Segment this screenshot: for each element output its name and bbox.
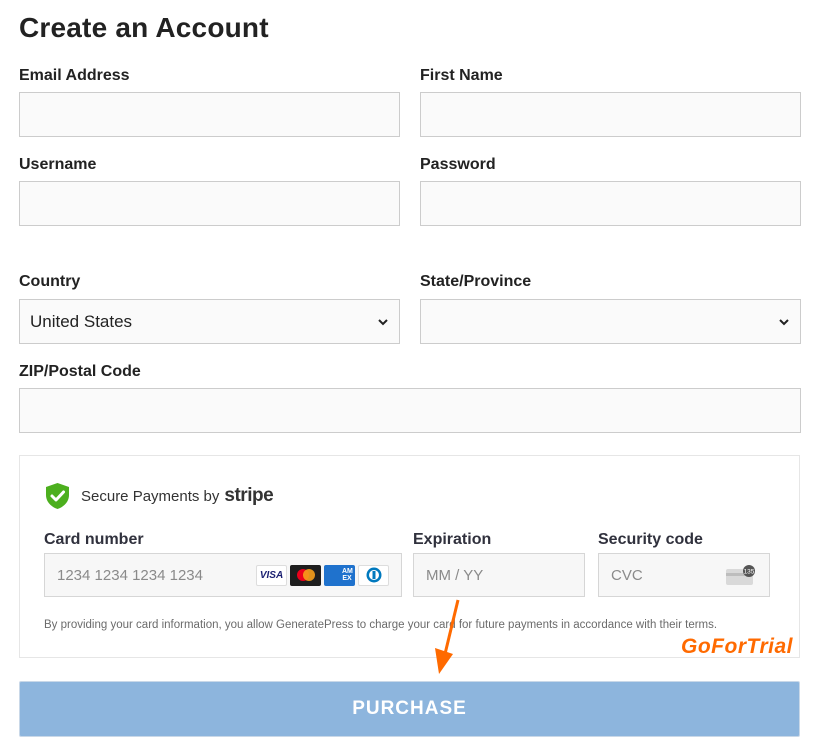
state-label: State/Province: [420, 273, 532, 290]
diners-club-icon: [358, 564, 389, 586]
card-number-placeholder: 1234 1234 1234 1234: [57, 566, 203, 584]
secure-payments-text: Secure Payments by: [81, 487, 220, 505]
purchase-button[interactable]: PURCHASE: [19, 681, 800, 737]
amex-text: AM EX: [342, 568, 353, 582]
country-select[interactable]: United States: [19, 299, 400, 344]
page-title: Create an Account: [19, 12, 269, 43]
cvc-card-icon: 135: [726, 565, 755, 585]
visa-icon: VISA: [256, 564, 287, 586]
expiration-input[interactable]: MM / YY: [413, 553, 585, 597]
annotation-arrow-icon: [435, 599, 460, 674]
stripe-logo: stripe: [224, 485, 274, 506]
secure-payments-banner: Secure Payments by stripe: [44, 482, 274, 510]
expiration-label: Expiration: [413, 531, 492, 548]
payment-panel: Secure Payments by stripe Card number 12…: [19, 455, 800, 658]
country-label: Country: [19, 273, 81, 290]
zip-label: ZIP/Postal Code: [19, 363, 141, 380]
username-label: Username: [19, 156, 97, 173]
chevron-down-icon: [378, 318, 388, 325]
card-number-input[interactable]: 1234 1234 1234 1234 VISA AM EX: [44, 553, 402, 597]
country-selected-value: United States: [30, 311, 133, 331]
mastercard-icon: [290, 564, 321, 586]
amex-icon: AM EX: [324, 564, 355, 586]
card-number-label: Card number: [44, 531, 144, 548]
chevron-down-icon: [779, 318, 789, 325]
state-select[interactable]: [420, 299, 801, 344]
security-code-input[interactable]: CVC 135: [598, 553, 770, 597]
first-name-label: First Name: [420, 67, 503, 84]
cvc-placeholder: CVC: [611, 566, 643, 584]
username-field[interactable]: [19, 181, 400, 226]
expiration-placeholder: MM / YY: [426, 566, 484, 584]
payment-terms: By providing your card information, you …: [44, 619, 718, 631]
cvc-icon-text: 135: [744, 569, 755, 576]
email-label: Email Address: [19, 67, 130, 84]
email-field[interactable]: [19, 92, 400, 137]
password-label: Password: [420, 156, 496, 173]
shield-check-icon: [46, 483, 69, 509]
card-brands: VISA AM EX: [256, 564, 389, 586]
zip-field[interactable]: [19, 388, 801, 433]
password-field[interactable]: [420, 181, 801, 226]
watermark: GoForTrial: [681, 635, 793, 658]
security-code-label: Security code: [598, 531, 703, 548]
first-name-field[interactable]: [420, 92, 801, 137]
